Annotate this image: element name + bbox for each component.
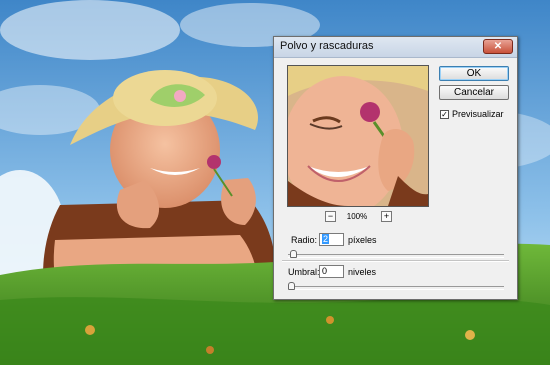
zoom-level: 100% (346, 212, 368, 221)
divider (282, 260, 509, 262)
dust-and-scratches-dialog: Polvo y rascaduras ✕ − 100% + OK Cancela… (273, 36, 518, 300)
plus-icon: + (383, 211, 390, 221)
zoom-out-button[interactable]: − (325, 211, 336, 222)
radius-value: 2 (322, 234, 330, 244)
radius-label: Radio: (291, 235, 318, 245)
threshold-unit: niveles (348, 267, 377, 277)
close-button[interactable]: ✕ (483, 39, 513, 54)
preview-checkbox[interactable]: ✓ (440, 110, 449, 119)
threshold-slider-thumb[interactable] (288, 282, 295, 290)
dialog-title: Polvo y rascaduras (280, 40, 374, 52)
radius-unit: píxeles (348, 235, 377, 245)
threshold-slider-track[interactable] (288, 286, 504, 290)
title-bar[interactable]: Polvo y rascaduras ✕ (274, 37, 517, 58)
minus-icon: − (327, 211, 334, 221)
close-icon: ✕ (493, 41, 503, 52)
ok-button[interactable]: OK (439, 66, 509, 81)
preview-image (288, 66, 428, 206)
threshold-value: 0 (322, 266, 328, 276)
preview-pane[interactable] (287, 65, 429, 207)
preview-checkbox-label: Previsualizar (452, 109, 504, 119)
cancel-button[interactable]: Cancelar (439, 85, 509, 100)
radius-slider-track[interactable] (288, 254, 504, 258)
zoom-in-button[interactable]: + (381, 211, 392, 222)
checkmark-icon: ✓ (441, 110, 448, 119)
threshold-input[interactable]: 0 (319, 265, 344, 278)
threshold-label: Umbral: (288, 267, 320, 277)
radius-input[interactable]: 2 (319, 233, 344, 246)
radius-slider-thumb[interactable] (290, 250, 298, 258)
